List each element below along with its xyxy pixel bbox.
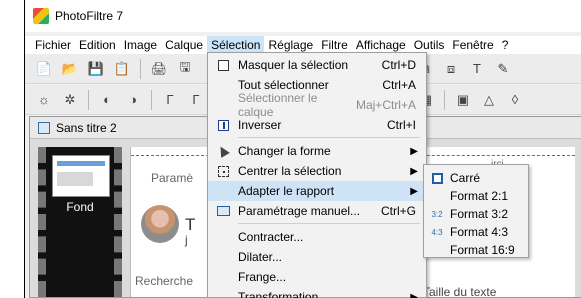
menu-item-inverser[interactable]: Inverser Ctrl+I (208, 115, 426, 135)
resize-icon[interactable]: ⧈ (440, 58, 462, 80)
outer-white-margin (0, 0, 24, 298)
square-ratio-icon (430, 172, 444, 184)
menu-item-adapter-rapport[interactable]: Adapter le rapport ▶ (208, 181, 426, 201)
cursor-icon (214, 143, 232, 159)
ratio-label: Carré (450, 171, 481, 185)
menu-item-frange[interactable]: Frange... (208, 267, 426, 287)
adapter-rapport-submenu: Carré Format 2:1 3:2 Format 3:2 4:3 Form… (423, 164, 529, 258)
menu-calque[interactable]: Calque (161, 36, 207, 54)
manual-settings-icon (214, 203, 232, 219)
menu-image[interactable]: Image (120, 36, 161, 54)
toolbar-separator (444, 89, 445, 110)
menu-item-masquer-selection[interactable]: Masquer la sélection Ctrl+D (208, 55, 426, 75)
toolbar-separator (88, 89, 89, 110)
layer-name: Fond (66, 200, 94, 214)
ratio-label: Format 2:1 (450, 189, 509, 203)
ratio-carre[interactable]: Carré (424, 169, 528, 187)
menu-item-label: Masquer la sélection (238, 58, 349, 72)
print-icon[interactable]: 🖨 (148, 58, 170, 80)
layer-thumbnail[interactable] (52, 155, 110, 197)
ratio-4-3[interactable]: 4:3 Format 4:3 (424, 223, 528, 241)
selection-menu: Masquer la sélection Ctrl+D Tout sélecti… (207, 52, 427, 298)
effects-icon[interactable]: ✎ (492, 58, 514, 80)
submenu-arrow-icon: ▶ (410, 291, 418, 298)
menu-item-selectionner-calque[interactable]: Sélectionner le calque Maj+Ctrl+A (208, 91, 426, 119)
menu-item-changer-forme[interactable]: Changer la forme ▶ (208, 141, 426, 161)
scan-icon[interactable]: 🖫 (174, 58, 196, 80)
menu-item-shortcut: Maj+Ctrl+A (355, 98, 416, 112)
ratio-3-2-icon: 3:2 (431, 209, 443, 219)
menu-item-label: Frange... (238, 270, 287, 284)
contrast-down-icon[interactable]: ◑ (122, 89, 144, 111)
menu-fenetre[interactable]: Fenêtre (448, 36, 497, 54)
triangle-icon[interactable]: △ (478, 89, 500, 111)
ratio-label: Format 4:3 (450, 225, 509, 239)
fill-icon[interactable]: ▣ (452, 89, 474, 111)
toolbar-separator (151, 89, 152, 110)
drop-icon[interactable]: ◊ (504, 89, 526, 111)
menu-separator (238, 223, 420, 224)
ratio-label: Format 16:9 (450, 243, 515, 257)
menu-help[interactable]: ? (498, 36, 513, 54)
ratio-label: Format 3:2 (450, 207, 509, 221)
canvas-text-param: Paramè (151, 171, 194, 185)
submenu-arrow-icon: ▶ (410, 145, 418, 157)
menu-item-shortcut: Ctrl+I (386, 118, 416, 132)
document-icon (38, 121, 50, 134)
menu-item-shortcut: Ctrl+A (382, 78, 416, 92)
menu-item-label: Centrer la sélection (238, 164, 342, 178)
brightness-down-icon[interactable]: ✲ (59, 89, 81, 111)
invert-icon (214, 117, 232, 133)
menu-fichier[interactable]: Fichier (31, 36, 75, 54)
menu-item-label: Adapter le rapport (238, 184, 335, 198)
menu-item-shortcut: Ctrl+D (381, 58, 416, 72)
contrast-up-icon[interactable]: ◐ (96, 89, 118, 111)
avatar (141, 205, 179, 243)
ratio-2-1[interactable]: Format 2:1 (424, 187, 528, 205)
menu-item-label: Contracter... (238, 230, 304, 244)
menu-item-centrer-selection[interactable]: Centrer la sélection ▶ (208, 161, 426, 181)
menu-item-label: Transformation (238, 290, 319, 298)
menu-item-label: Inverser (238, 118, 282, 132)
center-selection-icon (214, 163, 232, 179)
new-file-icon[interactable]: 📄 (33, 58, 55, 80)
title-bar: PhotoFiltre 7 (25, 0, 581, 32)
gamma-down-icon[interactable]: Γ (185, 89, 207, 111)
canvas-text-taille: Taille du texte (423, 285, 497, 297)
window-title: PhotoFiltre 7 (55, 9, 124, 23)
menu-item-shortcut: Ctrl+G (380, 204, 416, 218)
submenu-arrow-icon: ▶ (410, 185, 418, 197)
gamma-up-icon[interactable]: Γ (159, 89, 181, 111)
hide-selection-icon (214, 57, 232, 73)
menu-item-dilater[interactable]: Dilater... (208, 247, 426, 267)
text-icon[interactable]: T (466, 58, 488, 80)
menu-edition[interactable]: Edition (75, 36, 120, 54)
open-folder-icon[interactable]: 📂 (59, 58, 81, 80)
ratio-3-2[interactable]: 3:2 Format 3:2 (424, 205, 528, 223)
menu-item-label: Changer la forme (238, 144, 331, 158)
app-window: PhotoFiltre 7 Fichier Edition Image Calq… (24, 0, 581, 298)
menu-separator (238, 137, 420, 138)
properties-icon[interactable]: 📋 (111, 58, 133, 80)
menu-item-parametrage-manuel[interactable]: Paramétrage manuel... Ctrl+G (208, 201, 426, 221)
save-icon[interactable]: 💾 (85, 58, 107, 80)
ratio-4-3-icon: 4:3 (431, 227, 443, 237)
photofiltre-icon (33, 8, 49, 24)
layer-filmstrip: Fond (38, 147, 122, 297)
menu-item-contracter[interactable]: Contracter... (208, 227, 426, 247)
document-title: Sans titre 2 (56, 120, 117, 135)
canvas-text-t: T (185, 215, 196, 234)
menu-item-label: Tout sélectionner (238, 78, 329, 92)
canvas-search-text: Recherche (135, 274, 194, 288)
toolbar-separator (140, 58, 141, 79)
canvas-text-j: j (185, 233, 188, 247)
ratio-16-9[interactable]: Format 16:9 (424, 241, 528, 259)
brightness-up-icon[interactable]: ☼ (33, 89, 55, 111)
menu-item-label: Paramétrage manuel... (238, 204, 361, 218)
submenu-arrow-icon: ▶ (410, 165, 418, 177)
menu-item-label: Dilater... (238, 250, 283, 264)
menu-item-transformation[interactable]: Transformation ▶ (208, 287, 426, 298)
